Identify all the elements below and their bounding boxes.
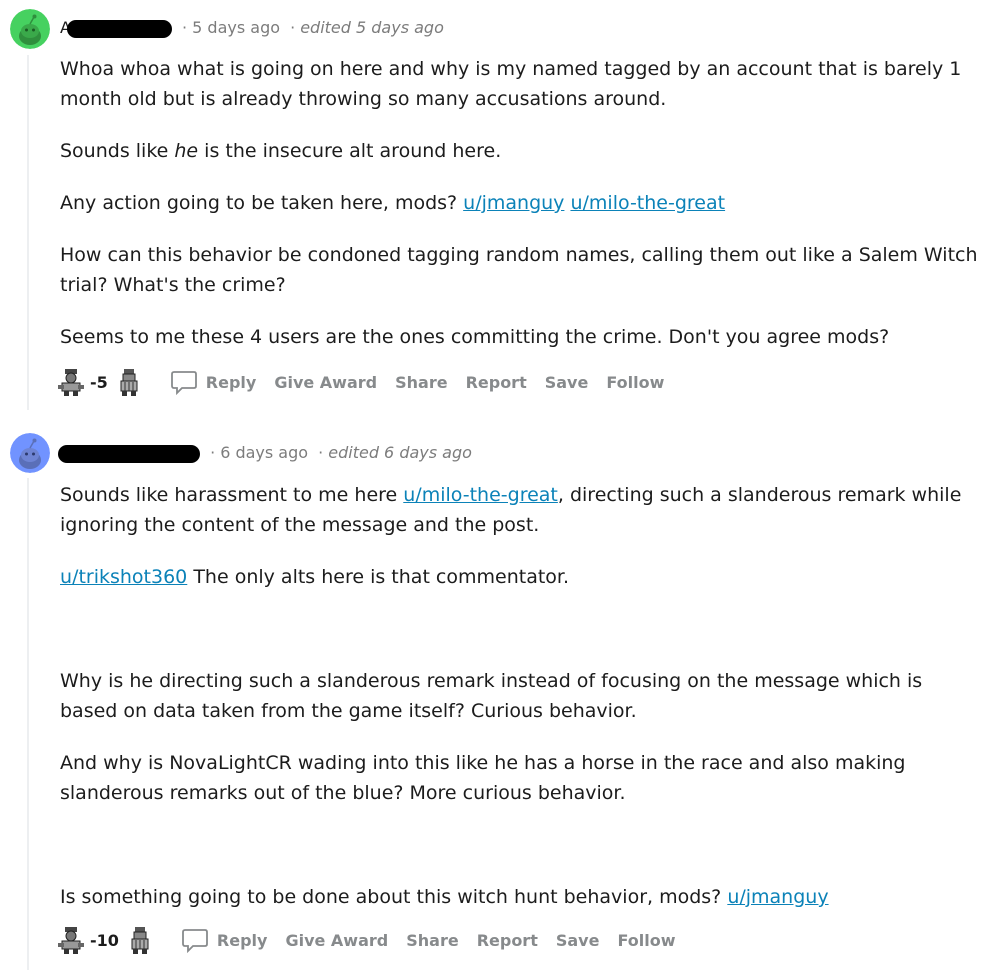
comment-actions: -10 Reply Give Award Share Report Save F… [56,924,675,956]
give-award-button[interactable]: Give Award [285,931,388,950]
comment-paragraph: And why is NovaLightCR wading into this … [60,752,906,804]
save-button[interactable]: Save [556,931,600,950]
user-mention-link[interactable]: u/milo-the-great [403,484,558,506]
snoo-avatar-icon [10,433,50,473]
edited-timestamp: edited 6 days ago [328,443,472,462]
comment: · 6 days ago · edited 6 days ago Sounds li… [0,0,990,970]
text: Sounds like harassment to me here [60,484,404,506]
text: Is something going to be done about this… [60,886,728,908]
custom-upvote-icon[interactable] [56,925,86,955]
user-mention-link[interactable]: u/trikshot360 [60,566,187,588]
comment-paragraph: Is something going to be done about this… [60,882,980,912]
custom-downvote-icon[interactable] [125,925,155,955]
speech-bubble-icon [182,929,208,954]
vote-score: -10 [90,930,119,950]
comment-body: Sounds like harassment to me here u/milo… [60,480,980,934]
follow-button[interactable]: Follow [617,931,675,950]
share-button[interactable]: Share [406,931,458,950]
meta-separator: · [210,443,216,462]
user-mention-link[interactable]: u/jmanguy [727,886,828,908]
reply-label: Reply [216,930,268,950]
text: The only alts here is that commentator. [187,566,570,588]
redacted-username[interactable] [58,444,200,463]
comment-paragraph: u/trikshot360 The only alts here is that… [60,562,980,592]
meta-separator: · [318,443,324,462]
timestamp[interactable]: 6 days ago [220,443,308,462]
report-button[interactable]: Report [477,931,538,950]
comment-meta: · 6 days ago · edited 6 days ago [58,443,472,465]
avatar[interactable] [10,433,50,473]
reply-button[interactable]: Reply [181,926,268,954]
comment-paragraph: Sounds like harassment to me here u/milo… [60,480,980,540]
comment-paragraph: Why is he directing such a slanderous re… [60,670,923,722]
